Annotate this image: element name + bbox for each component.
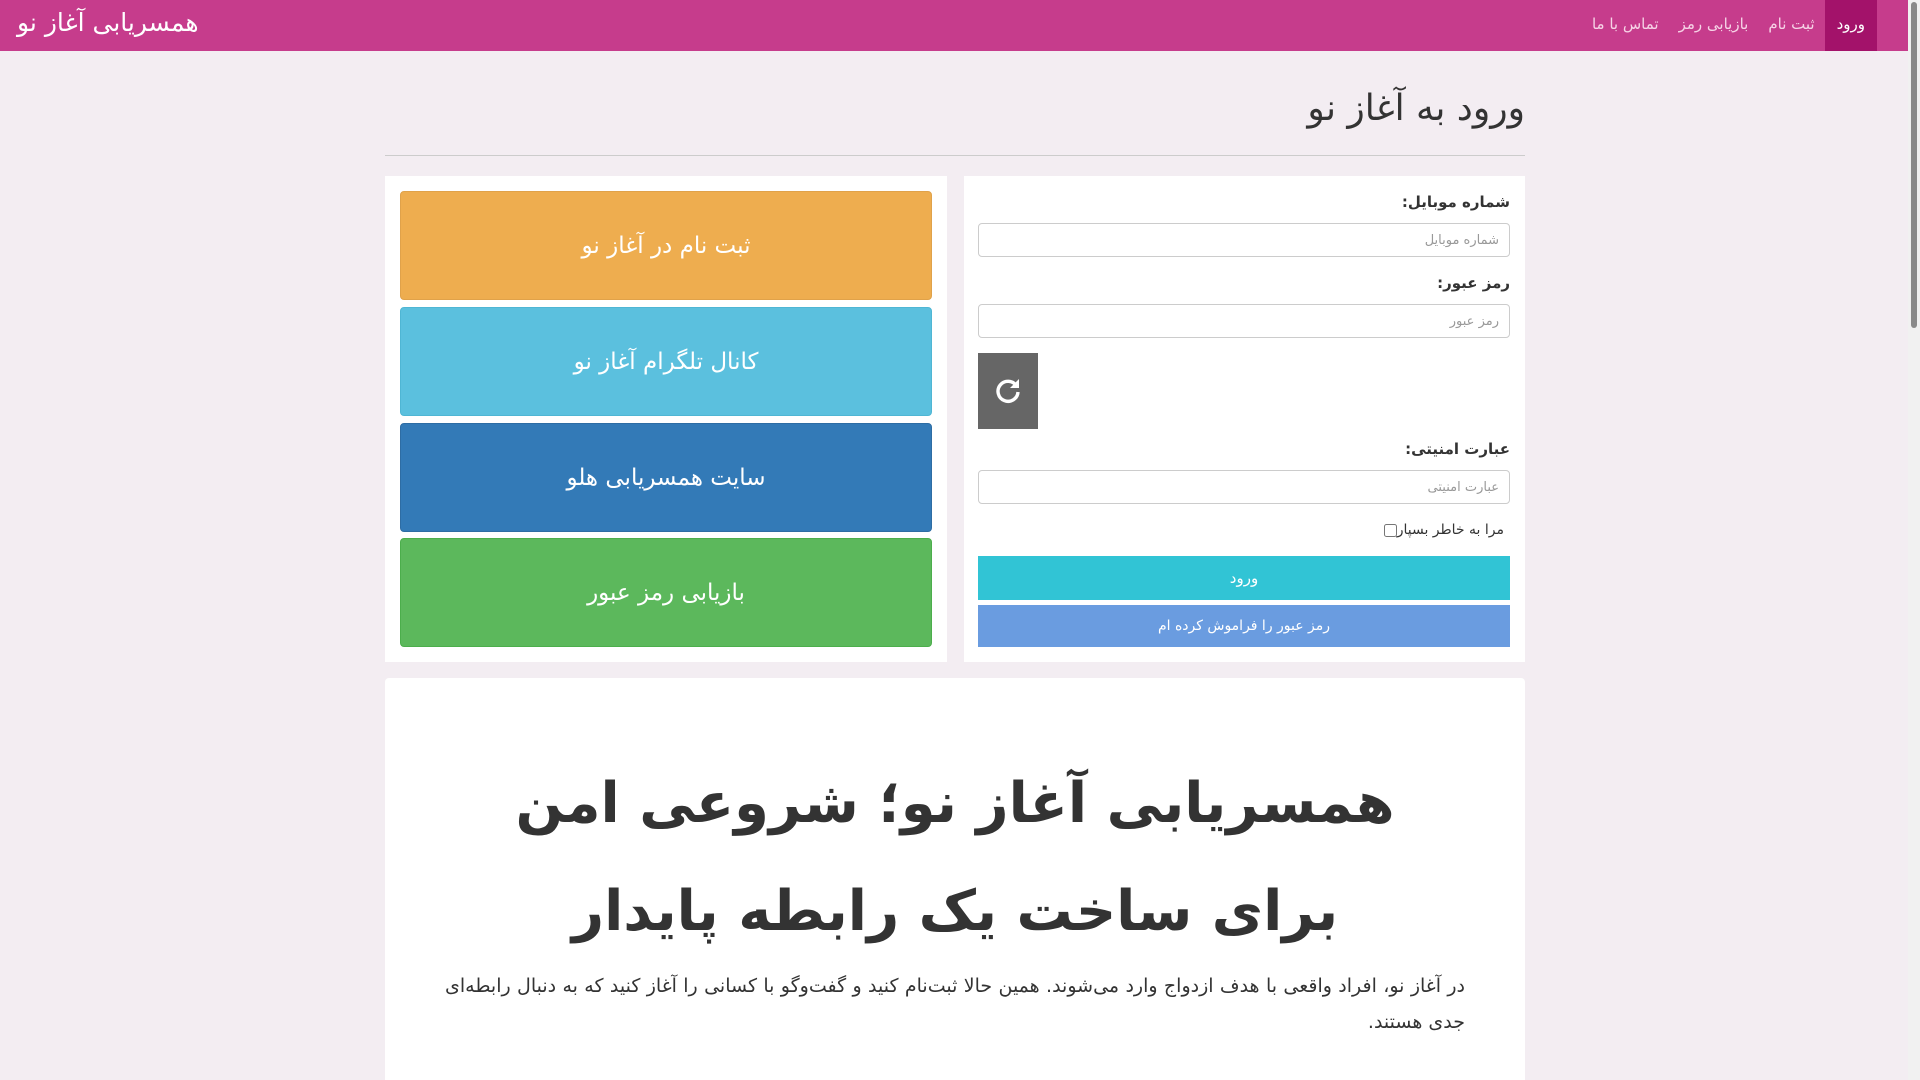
tile-password-recovery[interactable]: بازیابی رمز عبور bbox=[400, 538, 932, 647]
password-input[interactable] bbox=[978, 304, 1510, 338]
login-panel: شماره موبایل: رمز عبور: عبارت امنیتی: مر… bbox=[964, 176, 1525, 662]
login-button[interactable]: ورود bbox=[978, 556, 1510, 600]
remember-checkbox[interactable] bbox=[1383, 523, 1397, 537]
page-title: ورود به آغاز نو bbox=[1307, 88, 1525, 129]
remember-label: مرا به خاطر بسپار bbox=[1396, 522, 1504, 538]
nav-menu: ورود ثبت نام بازیابی رمز تماس با ما bbox=[1582, 0, 1877, 51]
tile-partner-site[interactable]: سایت همسریابی هلو bbox=[400, 423, 932, 532]
password-label: رمز عبور: bbox=[1437, 274, 1510, 292]
mobile-label: شماره موبایل: bbox=[1401, 193, 1510, 211]
site-brand[interactable]: همسریابی آغاز نو bbox=[17, 8, 199, 37]
top-navbar: همسریابی آغاز نو ورود ثبت نام بازیابی رم… bbox=[0, 0, 1908, 51]
nav-item-login[interactable]: ورود bbox=[1824, 0, 1877, 51]
intro-paragraph: در آغاز نو، افراد واقعی با هدف ازدواج وا… bbox=[445, 975, 1465, 1033]
mobile-input[interactable] bbox=[978, 223, 1510, 257]
refresh-icon bbox=[996, 379, 1020, 403]
title-divider bbox=[385, 155, 1525, 156]
nav-item-register[interactable]: ثبت نام bbox=[1758, 0, 1824, 51]
intro-card: همسریابی آغاز نو؛ شروعی امن برای ساخت یک… bbox=[385, 678, 1525, 1080]
remember-me[interactable]: مرا به خاطر بسپار bbox=[1378, 522, 1504, 538]
tile-register[interactable]: ثبت نام در آغاز نو bbox=[400, 191, 932, 300]
security-input[interactable] bbox=[978, 470, 1510, 504]
nav-item-contact[interactable]: تماس با ما bbox=[1582, 0, 1669, 51]
intro-headline: همسریابی آغاز نو؛ شروعی امن برای ساخت یک… bbox=[515, 771, 1395, 944]
nav-item-password-recovery[interactable]: بازیابی رمز bbox=[1669, 0, 1759, 51]
security-label: عبارت امنیتی: bbox=[1405, 440, 1510, 458]
page-scrollbar[interactable] bbox=[1908, 0, 1920, 1080]
links-panel: ثبت نام در آغاز نو کانال تلگرام آغاز نو … bbox=[385, 176, 947, 662]
tile-telegram-channel[interactable]: کانال تلگرام آغاز نو bbox=[400, 307, 932, 416]
captcha-refresh-button[interactable] bbox=[978, 353, 1038, 429]
forgot-password-button[interactable]: رمز عبور را فراموش کرده ام bbox=[978, 605, 1510, 647]
scrollbar-thumb[interactable] bbox=[1911, 2, 1917, 328]
